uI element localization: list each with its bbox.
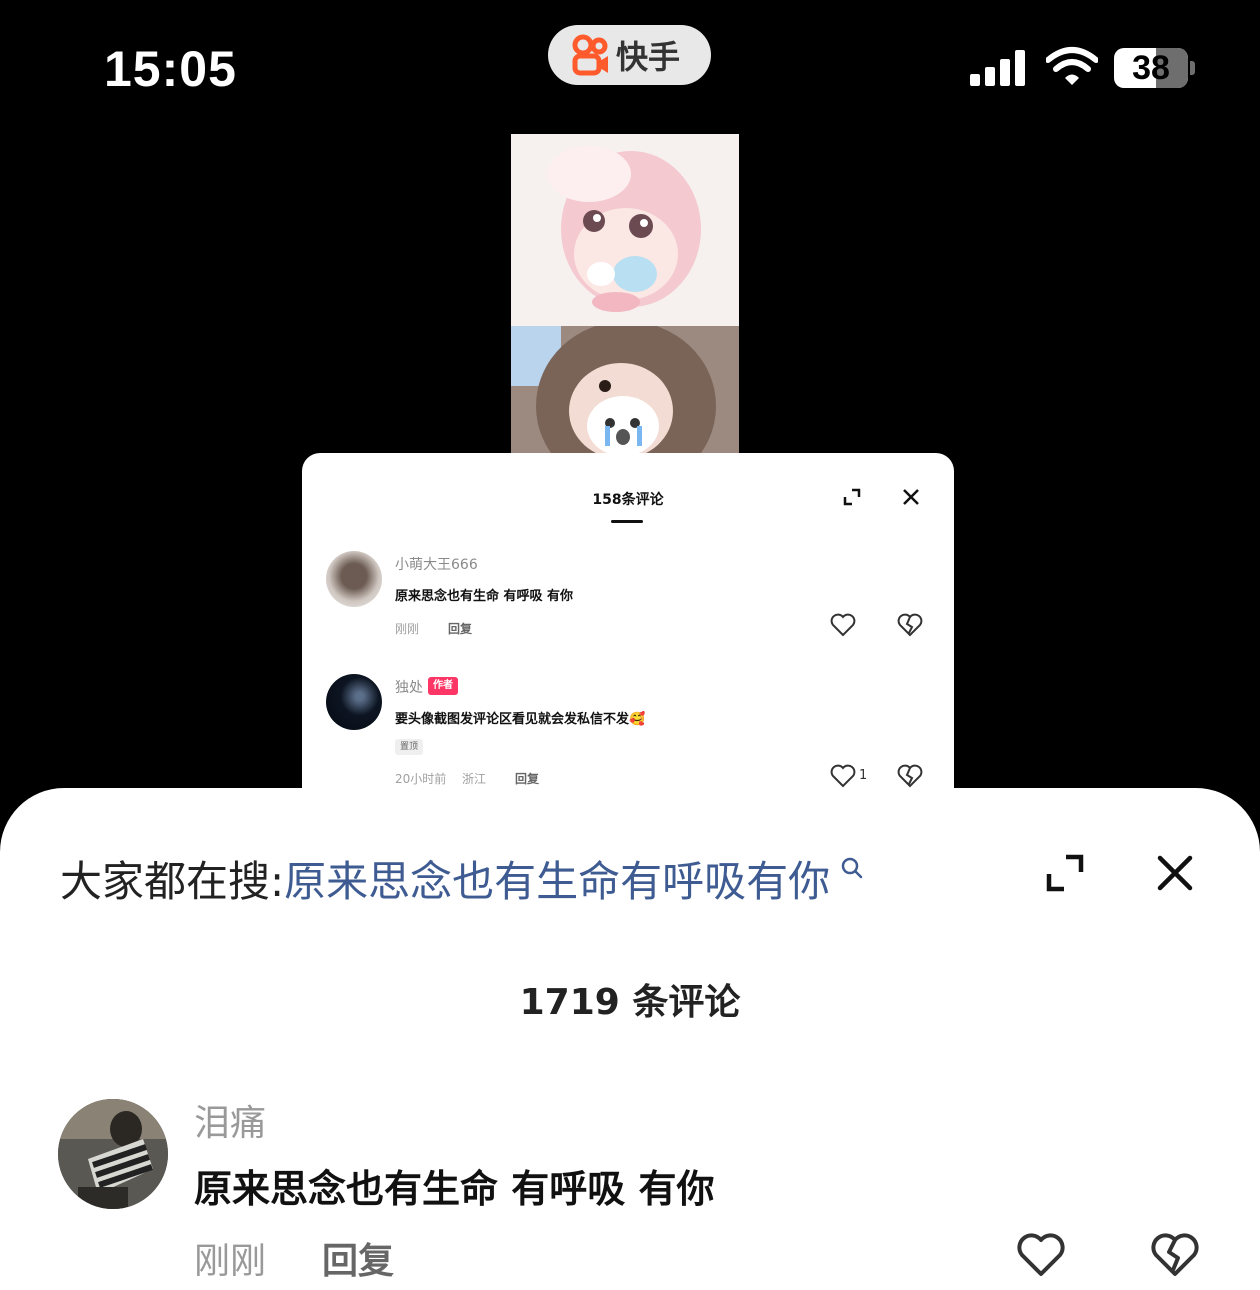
pinned-badge: 置顶 — [395, 739, 423, 755]
inner-dislike-icon — [897, 764, 923, 788]
reply-button[interactable]: 回复 — [322, 1232, 394, 1284]
inner-username-1: 小萌大王666 — [395, 557, 478, 573]
trending-search-link[interactable]: 大家都在搜: 原来思念也有生命有呼吸有你 — [60, 848, 864, 908]
inner-reply-1: 回复 — [448, 622, 473, 636]
inner-reply-2: 回复 — [515, 772, 540, 786]
status-time: 15:05 — [104, 41, 237, 97]
video-image-cartoon-girl — [511, 134, 739, 326]
screenshot-comment-panel: 158条评论 小萌大王666 原来思念也有生命 有呼吸 有你 刚刚 回复 独处 … — [302, 453, 954, 789]
search-icon — [841, 857, 863, 879]
battery-level: 38 — [1132, 49, 1170, 87]
comment-count-title: 1719 条评论 — [519, 982, 741, 1023]
status-bar: 15:05 快手 38 — [0, 0, 1260, 120]
inner-drag-handle — [611, 520, 643, 523]
expand-icon[interactable] — [1046, 854, 1084, 892]
app-name: 快手 — [616, 38, 681, 76]
comment-time: 刚刚 — [194, 1241, 267, 1282]
app-indicator-pill[interactable]: 快手 — [548, 25, 711, 85]
author-badge: 作者 — [428, 677, 458, 695]
trending-search-label: 大家都在搜: — [60, 856, 285, 906]
video-image-girl-photo — [511, 326, 739, 456]
wifi-icon — [1046, 47, 1098, 85]
inner-avatar-1 — [326, 551, 382, 607]
inner-like-icon — [830, 613, 856, 637]
trending-search-term[interactable]: 原来思念也有生命有呼吸有你 — [284, 848, 830, 909]
close-icon[interactable] — [1156, 854, 1194, 892]
inner-location-2: 浙江 — [462, 772, 487, 786]
kuaishou-logo-icon — [572, 34, 608, 76]
dislike-broken-heart-icon[interactable] — [1150, 1232, 1200, 1278]
comment-username[interactable]: 泪痛 — [194, 1094, 266, 1146]
inner-avatar-2 — [326, 674, 382, 730]
inner-expand-icon — [843, 488, 861, 506]
battery-indicator: 38 — [1114, 48, 1196, 88]
inner-comment-text-1: 原来思念也有生命 有呼吸 有你 — [395, 589, 574, 604]
inner-time-1: 刚刚 — [395, 622, 420, 636]
inner-dislike-icon — [897, 613, 923, 637]
inner-like-icon — [830, 764, 856, 788]
inner-comment-text-2: 要头像截图发评论区看见就会发私信不发🥰 — [395, 712, 646, 727]
inner-username-2: 独处 — [395, 680, 423, 696]
like-heart-icon[interactable] — [1016, 1232, 1066, 1278]
inner-time-2: 20小时前 — [395, 772, 447, 786]
comment-text: 原来思念也有生命 有呼吸 有你 — [194, 1167, 715, 1211]
inner-close-icon — [903, 489, 919, 505]
cellular-signal-icon — [970, 50, 1025, 86]
inner-like-count: 1 — [859, 768, 868, 783]
comment-sheet: 大家都在搜: 原来思念也有生命有呼吸有你 1719 条评论 泪痛 原来思念也有生… — [0, 788, 1260, 1290]
comment-avatar[interactable] — [58, 1099, 168, 1209]
